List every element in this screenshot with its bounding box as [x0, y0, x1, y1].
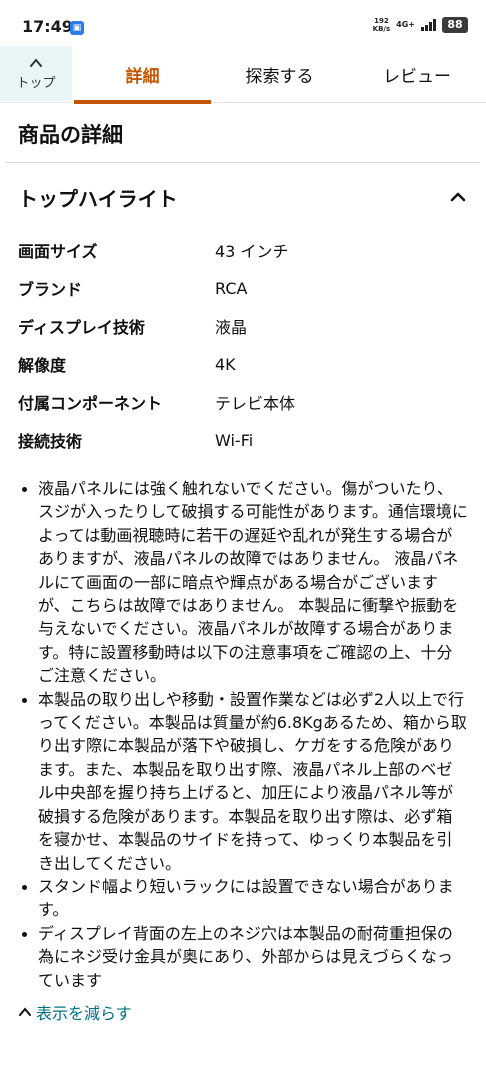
spec-row: 解像度 4K [18, 345, 468, 383]
back-to-top-label: トップ [16, 76, 56, 91]
spec-value: 液晶 [215, 318, 248, 337]
top-highlights-title: トップハイライト [18, 186, 178, 211]
tab-explore[interactable]: 探索する [211, 46, 348, 103]
feature-bullet: 液晶パネルには強く触れないでください。傷がついたり、スジが入ったりして破損する可… [18, 477, 468, 688]
signal-icon [421, 19, 436, 31]
top-highlights-header[interactable]: トップハイライト [0, 163, 486, 231]
app-notification-icon: ▣ [70, 21, 84, 35]
spec-row: 付属コンポーネント テレビ本体 [18, 383, 468, 421]
network-speed: 192 KB/s [373, 17, 390, 33]
chevron-up-icon [30, 58, 42, 67]
spec-key: 接続技術 [18, 432, 83, 451]
back-to-top-button[interactable]: トップ [0, 46, 72, 101]
spec-key: 付属コンポーネント [18, 394, 163, 413]
spec-key: ブランド [18, 280, 83, 299]
detail-tab-bar: トップ 詳細 探索する レビュー [0, 46, 486, 104]
feature-bullet: ディスプレイ背面の左上のネジ穴は本製品の耐荷重担保の為にネジ受け金具が奥にあり、… [18, 922, 468, 992]
spec-value: Wi-Fi [215, 430, 254, 450]
spec-value: RCA [215, 278, 248, 298]
spec-value: 43 インチ [215, 242, 289, 261]
product-details-title: 商品の詳細 [6, 103, 480, 163]
spec-row: 接続技術 Wi-Fi [18, 421, 468, 459]
feature-bullet: スタンド幅より短いラックには設置できない場合があります。 [18, 875, 468, 922]
spec-key: ディスプレイ技術 [18, 318, 145, 337]
spec-key: 解像度 [18, 356, 67, 375]
spec-row: ブランド RCA [18, 269, 468, 307]
chevron-up-icon [19, 1007, 31, 1016]
feature-bullet: 本製品の取り出しや移動・設置作業などは必ず2人以上で行ってください。本製品は質量… [18, 688, 468, 875]
tab-details[interactable]: 詳細 [74, 46, 211, 104]
spec-value: 4K [215, 354, 236, 374]
network-speed-value: 192 [374, 17, 389, 25]
tab-reviews[interactable]: レビュー [348, 46, 486, 103]
spec-table: 画面サイズ 43 インチ ブランド RCA ディスプレイ技術 液晶 解像度 4K… [0, 231, 486, 459]
collapse-chevron-icon[interactable] [448, 187, 468, 207]
feature-bullet-list: 液晶パネルには強く触れないでください。傷がついたり、スジが入ったりして破損する可… [0, 459, 486, 992]
battery-icon: 88 [442, 17, 468, 33]
show-less-link[interactable]: 表示を減らす [0, 992, 486, 1024]
product-details-section: 商品の詳細 トップハイライト 画面サイズ 43 インチ ブランド RCA ディス… [0, 103, 486, 1024]
spec-value: テレビ本体 [215, 394, 296, 413]
status-time: 17:49 [22, 17, 73, 36]
spec-row: ディスプレイ技術 液晶 [18, 307, 468, 345]
network-speed-unit: KB/s [372, 25, 391, 33]
spec-row: 画面サイズ 43 インチ [18, 231, 468, 269]
network-type: 4G+ [396, 20, 415, 29]
status-indicators: 192 KB/s 4G+ 88 [373, 17, 468, 33]
spec-key: 画面サイズ [18, 242, 98, 261]
show-less-label: 表示を減らす [36, 1003, 132, 1023]
